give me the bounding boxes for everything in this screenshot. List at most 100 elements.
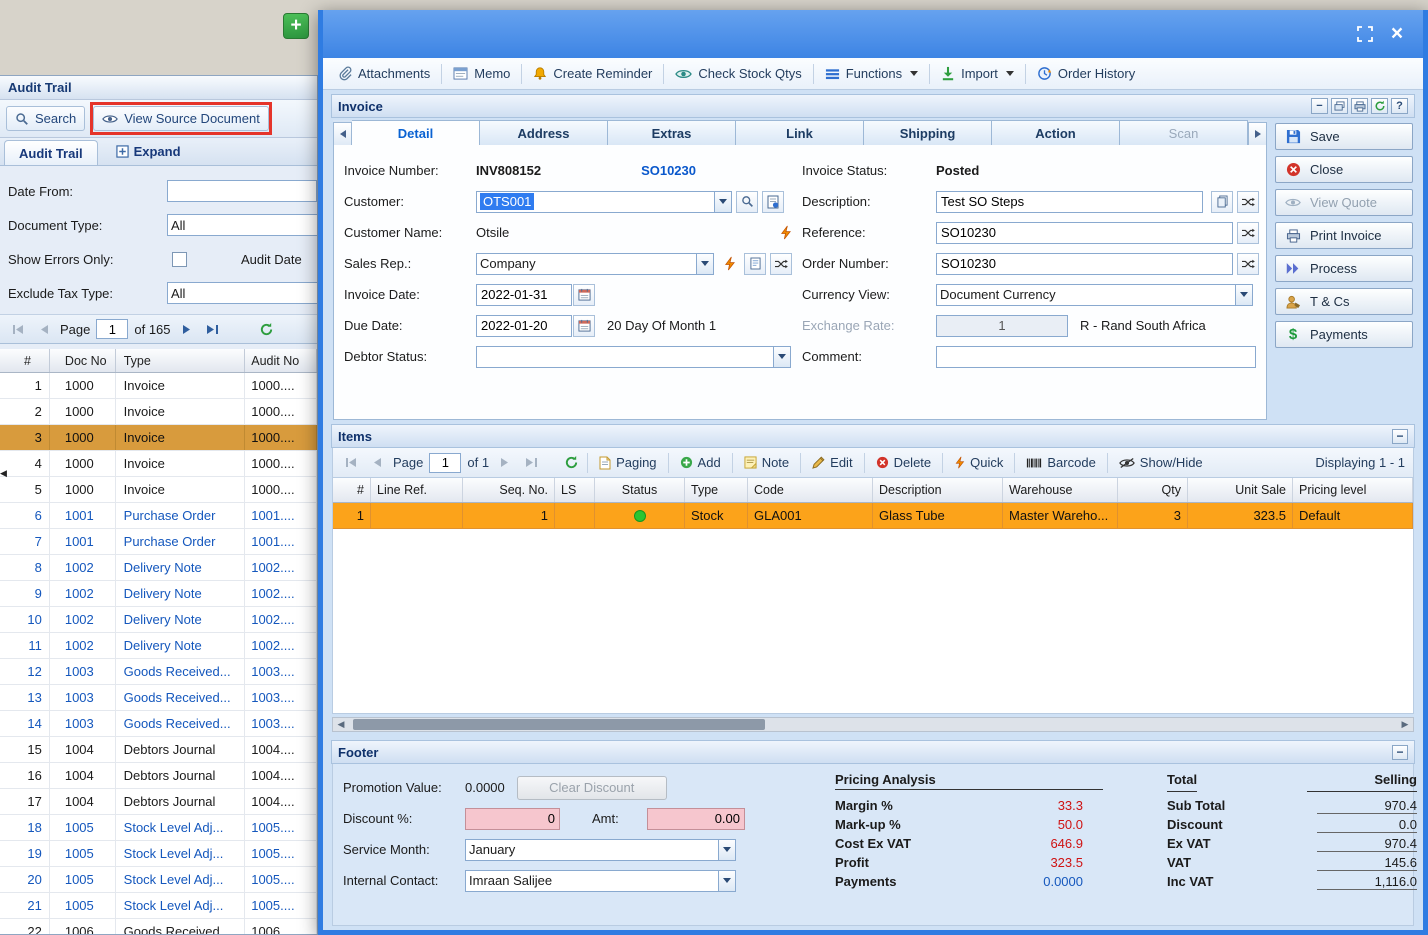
help-icon[interactable]: ? bbox=[1391, 98, 1408, 114]
shuffle-icon[interactable] bbox=[1237, 253, 1259, 275]
last-page-icon[interactable] bbox=[521, 453, 541, 473]
document-type-select[interactable]: All bbox=[167, 214, 317, 236]
first-page-icon[interactable] bbox=[341, 453, 361, 473]
refresh-icon[interactable] bbox=[257, 319, 277, 339]
audit-table-row[interactable]: 151004Debtors Journal1004.... bbox=[0, 737, 317, 763]
due-date-input[interactable] bbox=[476, 315, 572, 337]
search-button[interactable]: Search bbox=[6, 106, 85, 131]
minimize-icon[interactable]: − bbox=[1392, 745, 1408, 760]
cascade-window-icon[interactable] bbox=[1331, 98, 1348, 114]
process-button[interactable]: Process bbox=[1275, 255, 1413, 282]
audit-table-row[interactable]: 81002Delivery Note1002.... bbox=[0, 555, 317, 581]
items-column-header[interactable]: Type bbox=[685, 478, 748, 502]
description-input[interactable] bbox=[936, 191, 1203, 213]
column-header-docno[interactable]: Doc No bbox=[50, 349, 116, 372]
tab-audit-trail[interactable]: Audit Trail bbox=[4, 140, 98, 165]
items-table-row[interactable]: 11StockGLA001Glass TubeMaster Wareho...3… bbox=[333, 503, 1413, 529]
showhide-columns-button[interactable]: Show/Hide bbox=[1114, 452, 1208, 473]
reference-input[interactable] bbox=[936, 222, 1233, 244]
add-new-button[interactable]: + bbox=[283, 13, 309, 39]
barcode-button[interactable]: Barcode bbox=[1021, 452, 1100, 473]
invoice-date-input[interactable] bbox=[476, 284, 572, 306]
quick-button[interactable]: Quick bbox=[949, 452, 1008, 473]
first-page-icon[interactable] bbox=[8, 319, 28, 339]
tab-link[interactable]: Link bbox=[736, 120, 864, 146]
discount-amt-input[interactable] bbox=[647, 808, 745, 830]
service-month-select[interactable]: January bbox=[465, 839, 736, 861]
lightning-icon[interactable] bbox=[774, 222, 796, 244]
tab-detail[interactable]: Detail bbox=[352, 120, 480, 146]
items-column-header[interactable]: LS bbox=[555, 478, 595, 502]
expand-button[interactable]: Expand bbox=[106, 140, 191, 165]
audit-table-row[interactable]: 111002Delivery Note1002.... bbox=[0, 633, 317, 659]
audit-table-row[interactable]: 171004Debtors Journal1004.... bbox=[0, 789, 317, 815]
tab-address[interactable]: Address bbox=[480, 120, 608, 146]
items-column-header[interactable]: Qty bbox=[1118, 478, 1188, 502]
paging-button[interactable]: Paging bbox=[594, 452, 661, 473]
audit-table-row[interactable]: 101002Delivery Note1002.... bbox=[0, 607, 317, 633]
audit-table-row[interactable]: 91002Delivery Note1002.... bbox=[0, 581, 317, 607]
show-errors-checkbox[interactable] bbox=[172, 252, 187, 267]
minimize-icon[interactable]: − bbox=[1311, 98, 1328, 114]
audit-table-row[interactable]: 161004Debtors Journal1004.... bbox=[0, 763, 317, 789]
check-stock-button[interactable]: Check Stock Qtys bbox=[673, 62, 803, 85]
rep-document-button[interactable] bbox=[744, 253, 766, 275]
next-page-icon[interactable] bbox=[177, 319, 197, 339]
audit-table-row[interactable]: 191005Stock Level Adj...1005.... bbox=[0, 841, 317, 867]
tab-scroll-right-icon[interactable] bbox=[1248, 122, 1267, 146]
audit-table-row[interactable]: 221006Goods Received1006... bbox=[0, 919, 317, 934]
tab-scan[interactable]: Scan bbox=[1120, 120, 1248, 146]
audit-table-row[interactable]: 61001Purchase Order1001.... bbox=[0, 503, 317, 529]
scroll-right-icon[interactable]: ▶ bbox=[1397, 718, 1413, 731]
items-column-header[interactable]: Status bbox=[595, 478, 685, 502]
audit-table-row[interactable]: 21000Invoice1000.... bbox=[0, 399, 317, 425]
sales-rep-select[interactable]: Company bbox=[476, 253, 714, 275]
calendar-icon[interactable] bbox=[573, 315, 595, 337]
horizontal-scrollbar[interactable]: ◀ ▶ bbox=[332, 717, 1414, 732]
edit-item-button[interactable]: Edit bbox=[807, 452, 857, 473]
save-button[interactable]: Save bbox=[1275, 123, 1413, 150]
service-month-dropdown-icon[interactable] bbox=[718, 839, 736, 861]
calendar-icon[interactable] bbox=[573, 284, 595, 306]
view-source-document-button[interactable]: View Source Document bbox=[93, 106, 269, 131]
print-invoice-button[interactable]: Print Invoice bbox=[1275, 222, 1413, 249]
items-column-header[interactable]: Unit Sale bbox=[1188, 478, 1293, 502]
audit-table-row[interactable]: 201005Stock Level Adj...1005.... bbox=[0, 867, 317, 893]
create-reminder-button[interactable]: Create Reminder bbox=[531, 62, 654, 85]
audit-table-row[interactable]: 121003Goods Received...1003.... bbox=[0, 659, 317, 685]
exclude-tax-select[interactable]: All bbox=[167, 282, 317, 304]
close-button[interactable]: Close bbox=[1275, 156, 1413, 183]
customer-dropdown-icon[interactable] bbox=[714, 191, 732, 213]
last-page-icon[interactable] bbox=[203, 319, 223, 339]
view-quote-button[interactable]: View Quote bbox=[1275, 189, 1413, 216]
items-page-input[interactable] bbox=[429, 453, 461, 473]
audit-table-row[interactable]: 141003Goods Received...1003.... bbox=[0, 711, 317, 737]
minimize-icon[interactable]: − bbox=[1392, 429, 1408, 444]
memo-button[interactable]: Memo bbox=[451, 62, 512, 85]
note-button[interactable]: Note bbox=[739, 452, 794, 473]
audit-table-row[interactable]: 71001Purchase Order1001.... bbox=[0, 529, 317, 555]
panel-collapse-icon[interactable]: ◀ bbox=[0, 462, 10, 484]
maximize-icon[interactable] bbox=[1355, 24, 1375, 44]
attachments-button[interactable]: Attachments bbox=[335, 62, 432, 85]
items-column-header[interactable]: # bbox=[333, 478, 371, 502]
prev-page-icon[interactable] bbox=[367, 453, 387, 473]
refresh-icon[interactable] bbox=[561, 453, 581, 473]
customer-search-button[interactable] bbox=[736, 191, 758, 213]
items-column-header[interactable]: Description bbox=[873, 478, 1003, 502]
add-item-button[interactable]: Add bbox=[675, 452, 726, 473]
prev-page-icon[interactable] bbox=[34, 319, 54, 339]
column-header-type[interactable]: Type bbox=[116, 349, 246, 372]
items-column-header[interactable]: Line Ref. bbox=[371, 478, 463, 502]
items-column-header[interactable]: Code bbox=[748, 478, 873, 502]
audit-table-row[interactable]: 211005Stock Level Adj...1005.... bbox=[0, 893, 317, 919]
items-column-header[interactable]: Warehouse bbox=[1003, 478, 1118, 502]
debtor-status-select[interactable] bbox=[476, 346, 791, 368]
shuffle-icon[interactable] bbox=[770, 253, 792, 275]
audit-table-row[interactable]: 131003Goods Received...1003.... bbox=[0, 685, 317, 711]
currency-dropdown-icon[interactable] bbox=[1235, 284, 1253, 306]
tab-action[interactable]: Action bbox=[992, 120, 1120, 146]
scroll-left-icon[interactable]: ◀ bbox=[333, 718, 349, 731]
column-header-num[interactable]: # bbox=[0, 349, 50, 372]
scrollbar-thumb[interactable] bbox=[353, 719, 765, 730]
